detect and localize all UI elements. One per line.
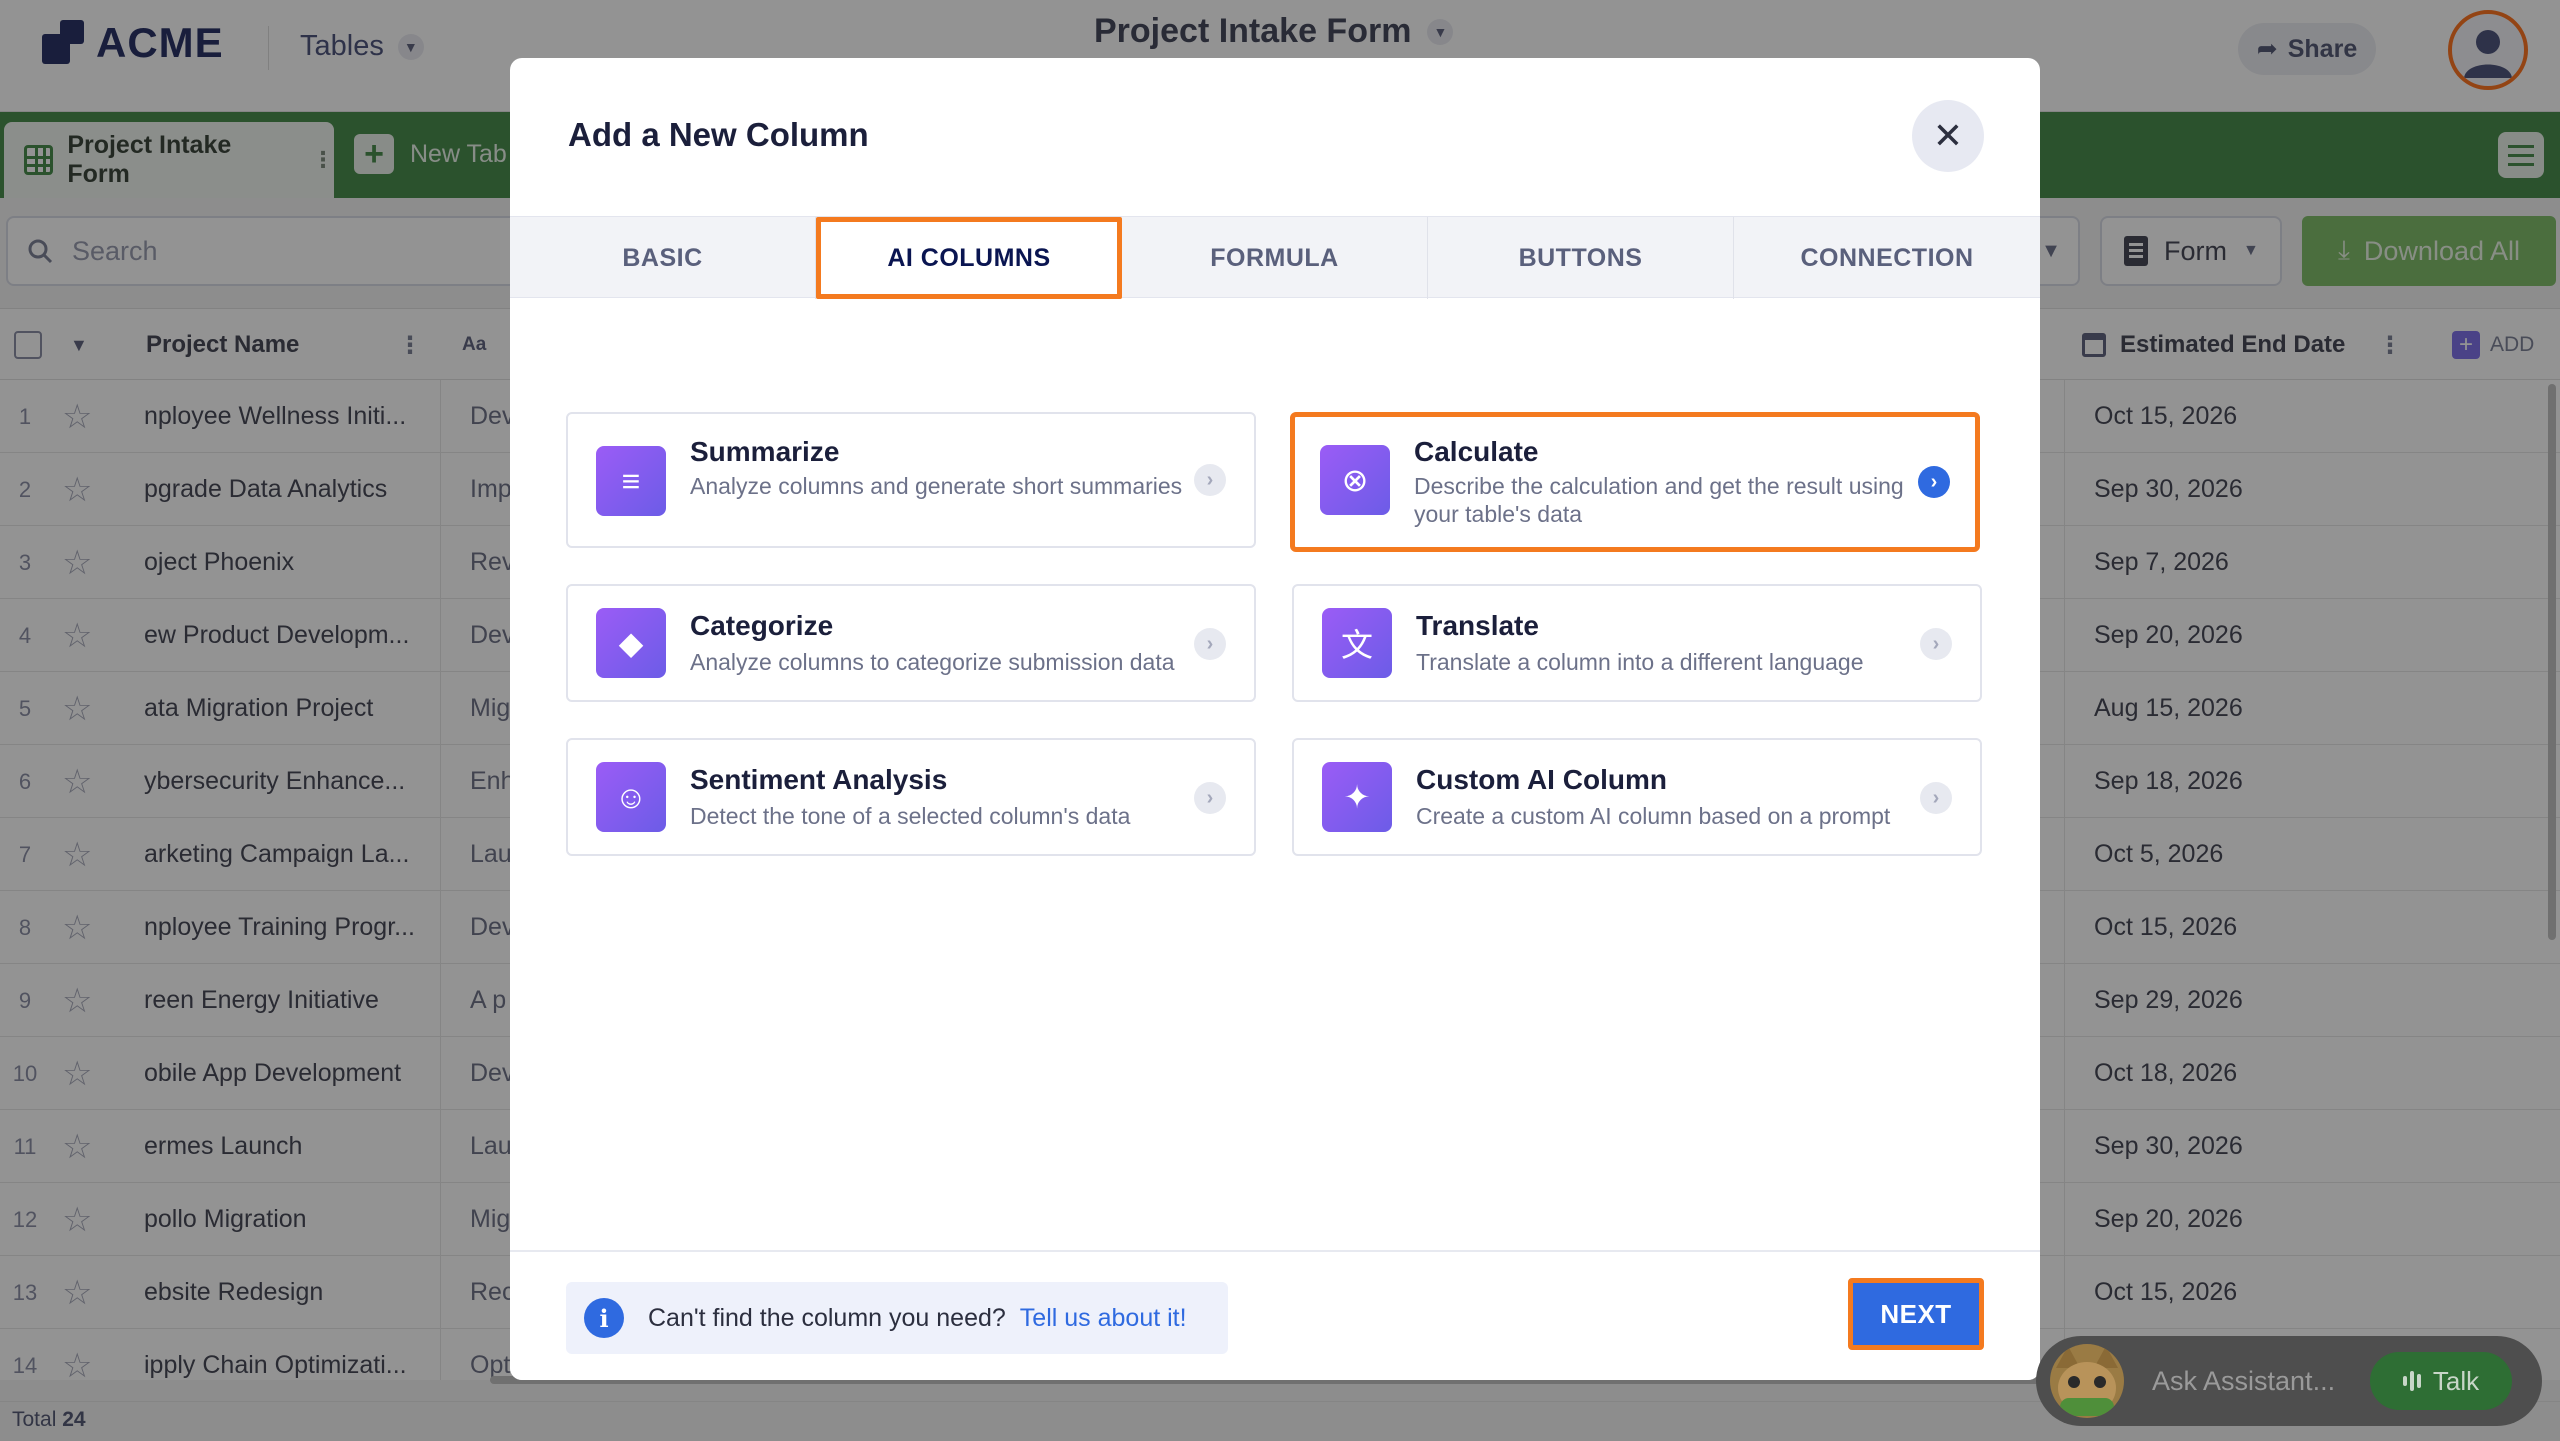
chevron-right-icon: › [1918, 466, 1950, 498]
categorize-icon: ◆ [596, 608, 666, 678]
tab-ai-columns[interactable]: AI COLUMNS [816, 217, 1122, 299]
chevron-right-icon: › [1194, 464, 1226, 496]
option-title: Calculate [1414, 436, 1539, 467]
modal-footer: i Can't find the column you need? Tell u… [510, 1250, 2040, 1380]
tab-label: BUTTONS [1518, 243, 1643, 272]
option-title: Summarize [690, 436, 840, 467]
hint-text: Can't find the column you need? [648, 1303, 1006, 1332]
voice-bars-icon [2402, 1371, 2421, 1391]
info-icon: i [584, 1298, 624, 1338]
option-title: Translate [1416, 610, 1539, 641]
tab-basic[interactable]: BASIC [510, 217, 816, 299]
option-description: Translate a column into a different lang… [1416, 649, 1864, 675]
option-card-custom-ai-column[interactable]: ✦ Custom AI Column Create a custom AI co… [1292, 738, 1982, 856]
chevron-right-icon: › [1920, 782, 1952, 814]
tab-label: BASIC [622, 243, 703, 272]
tab-label: CONNECTION [1800, 243, 1974, 272]
option-card-calculate[interactable]: ⊗ Calculate Describe the calculation and… [1290, 412, 1980, 552]
option-description: Analyze columns and generate short summa… [690, 473, 1183, 499]
chevron-right-icon: › [1920, 628, 1952, 660]
assistant-avatar[interactable] [2050, 1344, 2124, 1418]
ai-assistant-bar[interactable]: Ask Assistant... Talk [2036, 1336, 2542, 1426]
option-description: Create a custom AI column based on a pro… [1416, 803, 1891, 829]
option-title: Categorize [690, 610, 834, 641]
option-title: Custom AI Column [1416, 764, 1667, 795]
talk-button[interactable]: Talk [2370, 1352, 2512, 1410]
sparkle-icon: ✦ [1322, 762, 1392, 832]
option-card-sentiment-analysis[interactable]: ☺ Sentiment Analysis Detect the tone of … [566, 738, 1256, 856]
option-card-categorize[interactable]: ◆ Categorize Analyze columns to categori… [566, 584, 1256, 702]
option-card-summarize[interactable]: ≡ Summarize Analyze columns and generate… [566, 412, 1256, 548]
chevron-right-icon: › [1194, 782, 1226, 814]
tab-buttons[interactable]: BUTTONS [1428, 217, 1734, 299]
next-button[interactable]: NEXT [1848, 1278, 1984, 1350]
tab-label: AI COLUMNS [887, 243, 1051, 272]
talk-label: Talk [2432, 1365, 2480, 1396]
tab-connection[interactable]: CONNECTION [1734, 217, 2040, 299]
sentiment-icon: ☺ [596, 762, 666, 832]
tab-label: FORMULA [1210, 243, 1339, 272]
assistant-input-placeholder: Ask Assistant... [2152, 1365, 2336, 1396]
option-description: Detect the tone of a selected column's d… [690, 803, 1131, 829]
feedback-link[interactable]: Tell us about it! [1020, 1304, 1187, 1333]
column-type-tabs: BASIC AI COLUMNS FORMULA BUTTONS CONNECT… [510, 216, 2040, 299]
feedback-hint: i Can't find the column you need? Tell u… [566, 1282, 1228, 1354]
chevron-right-icon: › [1194, 628, 1226, 660]
modal-title: Add a New Column [568, 116, 869, 153]
option-card-translate[interactable]: 文 Translate Translate a column into a di… [1292, 584, 1982, 702]
tab-formula[interactable]: FORMULA [1122, 217, 1428, 299]
option-title: Sentiment Analysis [690, 764, 948, 795]
close-icon[interactable]: ✕ [1912, 100, 1984, 172]
calculate-icon: ⊗ [1320, 445, 1390, 515]
add-column-modal: Add a New Column ✕ BASIC AI COLUMNS FORM… [510, 58, 2040, 1380]
option-description: Analyze columns to categorize submission… [690, 649, 1175, 675]
option-description: Describe the calculation and get the res… [1414, 473, 1904, 527]
translate-icon: 文 [1322, 608, 1392, 678]
summarize-icon: ≡ [596, 446, 666, 516]
